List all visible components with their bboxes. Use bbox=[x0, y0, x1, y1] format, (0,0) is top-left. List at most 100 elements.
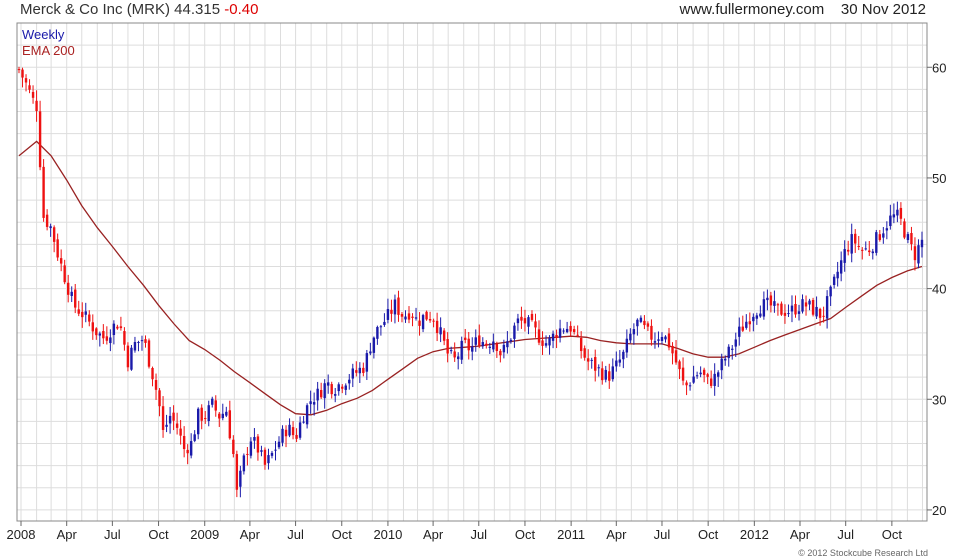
candle-body bbox=[326, 382, 330, 386]
candle-body bbox=[861, 249, 864, 251]
y-tick-label: 30 bbox=[932, 392, 946, 407]
candle-body bbox=[882, 233, 885, 238]
candle-body bbox=[298, 422, 302, 438]
candle-body bbox=[182, 436, 186, 450]
legend-weekly: Weekly bbox=[22, 27, 65, 42]
candle-body bbox=[249, 441, 253, 456]
candle-body bbox=[407, 313, 411, 320]
candle-body bbox=[165, 424, 168, 427]
candle-body bbox=[906, 234, 910, 241]
candle-body bbox=[38, 111, 42, 168]
x-tick-label: 2008 bbox=[7, 527, 36, 542]
candle-body bbox=[200, 407, 203, 421]
legend-ema-200: EMA 200 bbox=[22, 43, 75, 58]
candle-body bbox=[516, 318, 520, 324]
candle-body bbox=[903, 221, 906, 238]
candle-body bbox=[70, 291, 73, 296]
candle-body bbox=[590, 359, 593, 361]
x-axis: 2008 Apr Jul Oct 2009 Apr Jul Oct 2010 Apr Jul Oct 2… bbox=[7, 521, 903, 542]
candle-body bbox=[636, 319, 639, 327]
candle-body bbox=[365, 353, 369, 372]
x-tick-label: Apr bbox=[790, 527, 811, 542]
candle-body bbox=[586, 358, 590, 362]
candle-body bbox=[917, 245, 920, 264]
candle-body bbox=[836, 271, 839, 279]
candle-body bbox=[369, 351, 372, 354]
x-tick-label: Oct bbox=[882, 527, 903, 542]
candle-body bbox=[277, 441, 281, 448]
candle-body bbox=[604, 369, 607, 380]
candle-body bbox=[421, 315, 425, 330]
candle-body bbox=[393, 299, 397, 315]
candle-body bbox=[52, 227, 56, 242]
candle-body bbox=[885, 228, 889, 231]
candle-body bbox=[137, 341, 140, 343]
candle-body bbox=[59, 258, 63, 264]
candle-body bbox=[284, 429, 288, 437]
candle-body bbox=[681, 367, 685, 381]
candle-body bbox=[21, 69, 24, 78]
candle-body bbox=[576, 334, 579, 336]
candle-body bbox=[295, 434, 298, 439]
candle-body bbox=[45, 214, 49, 227]
candle-body bbox=[460, 340, 463, 360]
candle-body bbox=[418, 320, 421, 326]
candle-body bbox=[348, 379, 351, 384]
candle-body bbox=[478, 335, 481, 346]
chart-stage: Merck & Co Inc (MRK) 44.315 -0.40 www.fu… bbox=[0, 0, 980, 560]
candle-body bbox=[534, 321, 537, 328]
candle-body bbox=[485, 343, 488, 346]
candle-body bbox=[825, 296, 829, 319]
candle-body bbox=[337, 384, 340, 392]
candle-body bbox=[776, 304, 780, 306]
candle-body bbox=[386, 309, 390, 320]
candle-body bbox=[225, 411, 228, 416]
candle-body bbox=[28, 85, 31, 90]
candle-body bbox=[815, 306, 818, 317]
candle-body bbox=[773, 301, 776, 306]
candle-body bbox=[709, 378, 713, 386]
candle-body bbox=[769, 295, 773, 306]
candle-body bbox=[91, 322, 94, 332]
candle-body bbox=[411, 316, 414, 318]
candle-body bbox=[741, 326, 744, 331]
candle-body bbox=[439, 327, 442, 335]
candle-body bbox=[674, 350, 678, 363]
candle-body bbox=[780, 303, 783, 315]
candle-body bbox=[390, 309, 393, 314]
candle-body bbox=[488, 346, 492, 348]
candle-body bbox=[95, 328, 98, 336]
candle-body bbox=[889, 215, 892, 227]
candle-body bbox=[822, 315, 825, 317]
candle-body bbox=[288, 424, 291, 436]
plot-frame bbox=[16, 22, 928, 522]
x-tick-label: Jul bbox=[654, 527, 671, 542]
candle-body bbox=[189, 441, 193, 456]
candle-body bbox=[896, 209, 899, 216]
candle-body bbox=[801, 299, 804, 312]
candle-body bbox=[464, 337, 467, 341]
candle-body bbox=[446, 339, 449, 354]
candle-body bbox=[562, 330, 565, 332]
candle-body bbox=[653, 341, 657, 343]
candle-body bbox=[671, 345, 674, 354]
candle-body bbox=[302, 421, 305, 423]
candle-body bbox=[579, 337, 583, 352]
candle-body bbox=[379, 326, 383, 328]
candle-body bbox=[755, 315, 759, 319]
x-tick-label: Oct bbox=[515, 527, 536, 542]
candle-body bbox=[615, 360, 618, 367]
candle-body bbox=[481, 342, 484, 347]
candle-body bbox=[17, 69, 21, 71]
candle-body bbox=[274, 449, 277, 451]
candle-body bbox=[305, 405, 309, 425]
candle-body bbox=[214, 400, 217, 411]
candle-body bbox=[228, 410, 232, 439]
candle-body bbox=[832, 276, 836, 285]
x-tick-label: 2012 bbox=[740, 527, 769, 542]
candle-body bbox=[334, 394, 337, 396]
candle-body bbox=[112, 323, 116, 336]
candle-body bbox=[558, 328, 562, 338]
candle-body bbox=[154, 380, 158, 390]
grid-lines bbox=[17, 23, 927, 521]
